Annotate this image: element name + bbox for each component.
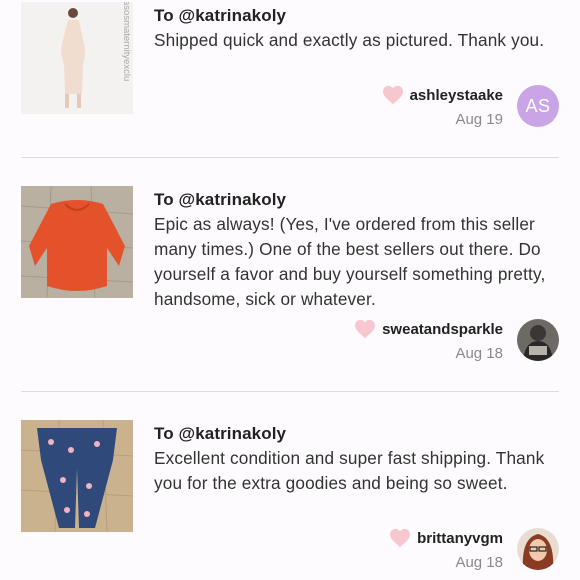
review-recipient: To @katrinakoly	[154, 190, 287, 209]
review-date: Aug 18	[455, 554, 503, 571]
review-meta: brittanyvgm Aug 18	[389, 528, 503, 571]
reviewer-username[interactable]: sweatandsparkle	[382, 321, 503, 338]
heart-icon[interactable]	[354, 319, 376, 339]
listing-thumbnail[interactable]	[21, 420, 133, 532]
pants-photo	[21, 420, 133, 532]
dress-photo: asosmaternityexclu	[21, 2, 133, 114]
review-meta: sweatandsparkle Aug 18	[354, 319, 503, 362]
review-recipient: To @katrinakoly	[154, 424, 287, 443]
review-recipient: To @katrinakoly	[154, 6, 287, 25]
reviewer-username[interactable]: ashleystaake	[410, 87, 503, 104]
heart-icon[interactable]	[382, 85, 404, 105]
review-message: Shipped quick and exactly as pictured. T…	[154, 30, 545, 50]
review-date: Aug 19	[455, 111, 503, 128]
avatar[interactable]	[517, 319, 559, 361]
reviewer-username[interactable]: brittanyvgm	[417, 530, 503, 547]
heart-icon[interactable]	[389, 528, 411, 548]
avatar-initials: AS	[525, 95, 551, 116]
sweater-photo	[21, 186, 133, 298]
review-message: Excellent condition and super fast shipp…	[154, 448, 545, 493]
review-meta: ashleystaake Aug 19	[382, 85, 503, 128]
divider	[21, 157, 559, 158]
review-message: Epic as always! (Yes, I've ordered from …	[154, 214, 546, 309]
listing-thumbnail[interactable]	[21, 186, 133, 298]
divider	[21, 391, 559, 392]
thumb-watermark-text: asosmaternityexclu	[121, 2, 132, 81]
avatar-photo	[517, 319, 559, 361]
avatar[interactable]	[517, 528, 559, 570]
listing-thumbnail[interactable]: asosmaternityexclu	[21, 2, 133, 114]
avatar-photo	[517, 528, 559, 570]
review-date: Aug 18	[455, 345, 503, 362]
avatar[interactable]: AS	[517, 85, 559, 127]
